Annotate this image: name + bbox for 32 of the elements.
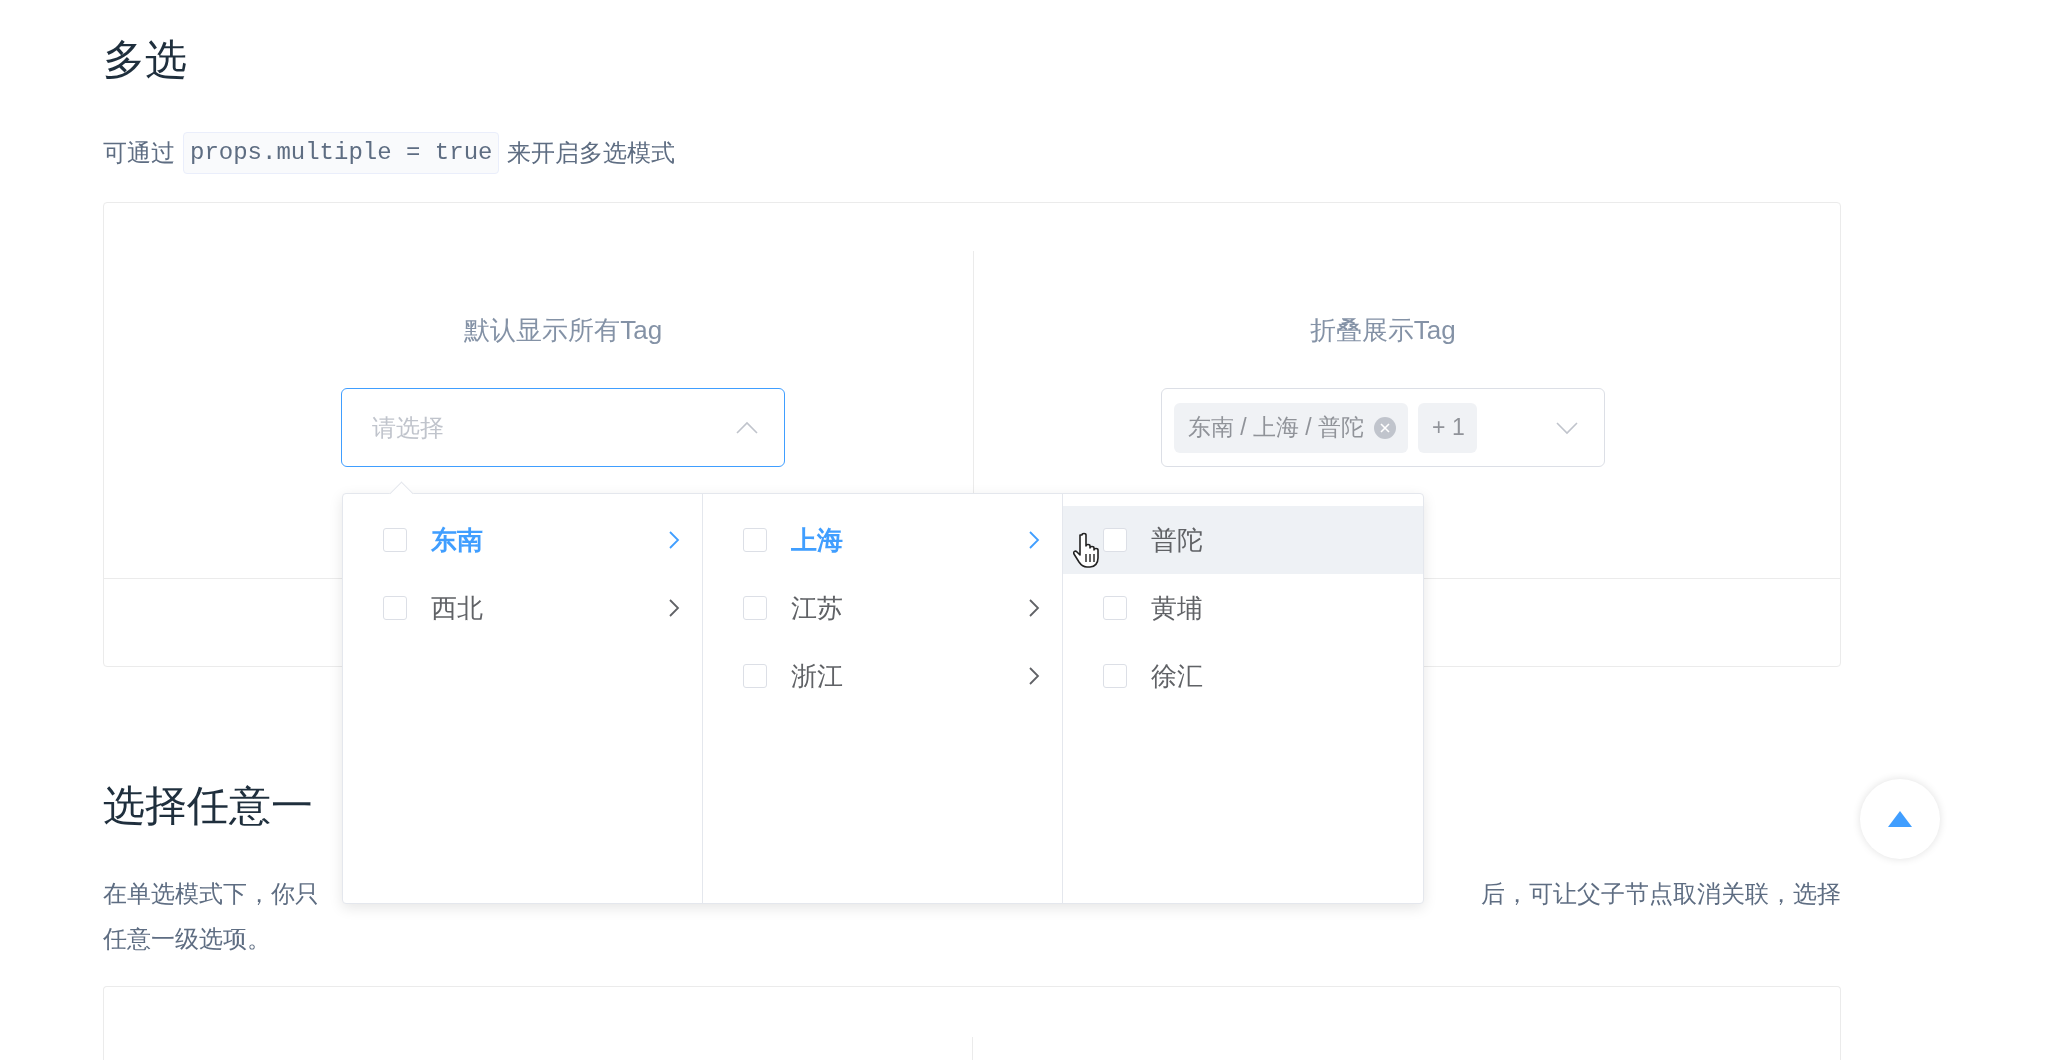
description-text: 后，可让父子节点取消关联，选择 — [1481, 879, 1841, 909]
checkbox[interactable] — [743, 664, 768, 688]
description-text: 在单选模式下，你只 — [103, 879, 319, 909]
section-heading: 选择任意一 — [103, 781, 314, 831]
menu-item[interactable]: 浙江 — [703, 642, 1063, 710]
checkbox[interactable] — [1103, 528, 1128, 552]
checkbox[interactable] — [743, 528, 768, 552]
chevron-up-icon — [736, 420, 759, 435]
checkbox[interactable] — [1103, 664, 1128, 688]
section-heading: 多选 — [103, 35, 188, 85]
back-to-top-button[interactable] — [1860, 779, 1940, 859]
menu-item[interactable]: 江苏 — [703, 574, 1063, 642]
close-icon[interactable] — [1374, 416, 1397, 439]
menu-item[interactable]: 徐汇 — [1063, 642, 1424, 710]
chevron-down-icon — [1555, 420, 1578, 435]
inline-code: props.multiple = true — [183, 132, 500, 174]
checkbox[interactable] — [383, 528, 408, 552]
intro-text: 可通过 — [103, 138, 175, 168]
checkbox[interactable] — [743, 596, 768, 620]
description-text: 任意一级选项。 — [103, 924, 272, 954]
demo-label: 默认显示所有Tag — [464, 314, 663, 347]
menu-item[interactable]: 普陀 — [1063, 506, 1424, 574]
demo-label: 折叠展示Tag — [1309, 314, 1456, 347]
menu-item[interactable]: 西北 — [343, 574, 703, 642]
tag-text: 东南 / 上海 / 普陀 — [1187, 413, 1365, 442]
tag-text: + 1 — [1432, 414, 1465, 441]
intro-text: 来开启多选模式 — [507, 138, 676, 168]
placeholder-text: 请选择 — [371, 412, 446, 443]
checkbox[interactable] — [383, 596, 408, 620]
caret-up-icon — [1888, 811, 1912, 827]
checkbox[interactable] — [1103, 596, 1128, 620]
menu-item[interactable]: 黄埔 — [1063, 574, 1424, 642]
